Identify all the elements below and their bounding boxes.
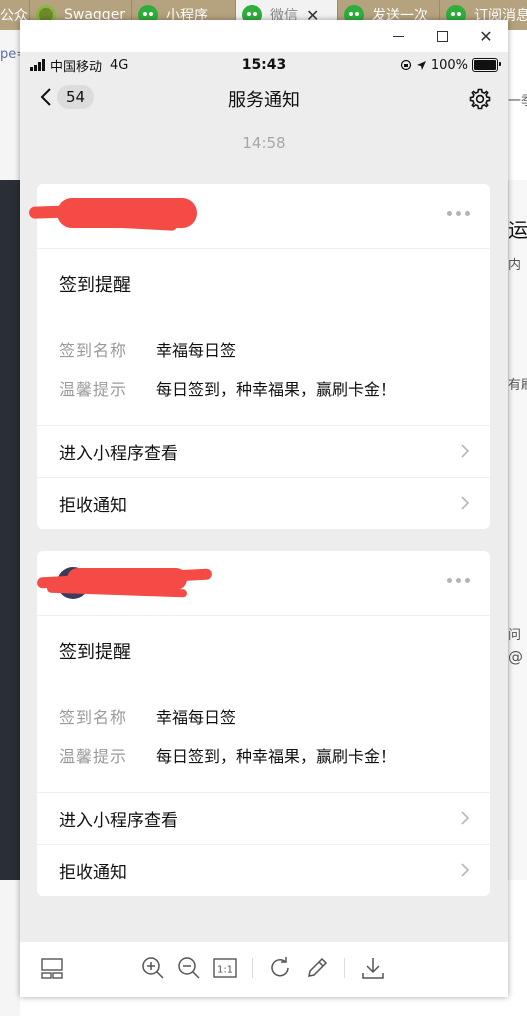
background-text: 问 [508,628,522,643]
open-miniprogram-link[interactable]: 进入小程序查看 [37,425,490,477]
image-viewer-window: ✕ 中国移动 4G 15:43 100% 54 服务通知 14:58 签到提醒 … [20,20,508,997]
background-text: 内 [508,258,522,273]
card-header [28,184,490,249]
actual-size-label: 1:1 [217,965,233,976]
background-right-panel [508,180,527,880]
toolbar-divider [252,958,253,978]
zoom-out-icon [178,957,200,979]
action-label: 拒收通知 [59,496,127,516]
carrier-label: 中国移动 [50,59,103,75]
download-icon [362,958,384,979]
more-options-icon[interactable] [447,211,470,216]
notification-card: 签到提醒 签到名称 幸福每日签 温馨提示 每日签到，种幸福果，赢刷卡金！ 进入小… [28,184,490,529]
card-header [36,551,490,616]
open-miniprogram-link[interactable]: 进入小程序查看 [37,792,490,844]
back-chevron-icon [40,88,51,106]
background-text: 有刷 [508,378,527,393]
field-value: 幸福每日签 [156,707,237,727]
field-value: 每日签到，种幸福果，赢刷卡金！ [156,379,397,399]
card-fields: 签到名称 幸福每日签 温馨提示 每日签到，种幸福果，赢刷卡金！ [37,682,490,792]
unread-count-badge: 54 [57,85,95,109]
battery-percent: 100% [430,57,468,73]
status-right: 100% [400,57,501,73]
action-label: 进入小程序查看 [59,444,178,464]
window-controls: ✕ [376,20,508,52]
back-button[interactable]: 54 [40,85,95,109]
card-title: 签到提醒 [59,642,131,663]
background-text: @ [508,648,523,666]
field-label: 温馨提示 [59,746,128,766]
chevron-right-icon [461,496,470,510]
chevron-right-icon [461,444,470,458]
field-label: 签到名称 [59,707,128,727]
field-row: 签到名称 幸福每日签 [59,329,490,368]
action-label: 拒收通知 [59,863,127,883]
battery-icon [472,58,501,72]
minimize-icon [392,35,404,37]
settings-button[interactable] [468,87,492,115]
actual-size-button[interactable]: 1:1 [212,955,238,981]
close-icon: ✕ [479,26,493,46]
edit-icon [308,957,328,977]
field-label: 温馨提示 [59,379,128,399]
location-icon [416,60,426,70]
network-label: 4G [110,57,129,73]
field-value: 每日签到，种幸福果，赢刷卡金！ [156,746,397,766]
layout-icon [41,958,63,979]
signal-icon [30,59,45,71]
card-fields: 签到名称 幸福每日签 温馨提示 每日签到，种幸福果，赢刷卡金！ [37,315,490,425]
card-title: 签到提醒 [59,275,131,296]
chevron-right-icon [461,863,470,877]
zoom-in-icon [142,957,164,979]
maximize-button[interactable] [420,20,464,52]
minimize-button[interactable] [376,20,420,52]
zoom-out-button[interactable] [176,955,202,981]
download-button[interactable] [360,955,386,981]
notification-card: 签到提醒 签到名称 幸福每日签 温馨提示 每日签到，种幸福果，赢刷卡金！ 进入小… [36,551,490,896]
reject-notification-link[interactable]: 拒收通知 [37,477,490,529]
rotate-button[interactable] [268,955,294,981]
field-label: 签到名称 [59,340,128,360]
time-divider: 14:58 [242,134,286,152]
toolbar-divider [344,958,345,978]
actual-size-icon: 1:1 [213,958,237,978]
zoom-in-button[interactable] [140,955,166,981]
edit-button[interactable] [304,955,330,981]
viewer-toolbar: 1:1 [20,942,508,997]
field-value: 幸福每日签 [156,340,237,360]
orientation-lock-icon [400,59,411,71]
close-button[interactable]: ✕ [464,20,508,52]
phone-screen: 中国移动 4G 15:43 100% 54 服务通知 14:58 签到提醒 签到… [20,52,508,942]
nav-bar: 54 服务通知 [20,78,508,120]
chevron-right-icon [461,811,470,825]
background-dark-panel [0,180,20,880]
field-row: 温馨提示 每日签到，种幸福果，赢刷卡金！ [59,735,490,774]
background-text: 一季 [508,94,527,109]
status-bar: 中国移动 4G 15:43 100% [20,52,508,78]
action-label: 进入小程序查看 [59,811,178,831]
gear-icon [469,88,491,110]
rotate-icon [271,957,289,977]
battery-fill [474,60,496,70]
layout-button[interactable] [39,955,65,981]
reject-notification-link[interactable]: 拒收通知 [37,844,490,896]
more-options-icon[interactable] [447,578,470,583]
field-row: 温馨提示 每日签到，种幸福果，赢刷卡金！ [59,368,490,407]
background-text: 运 [508,218,527,242]
field-row: 签到名称 幸福每日签 [59,696,490,735]
maximize-icon [436,30,448,42]
